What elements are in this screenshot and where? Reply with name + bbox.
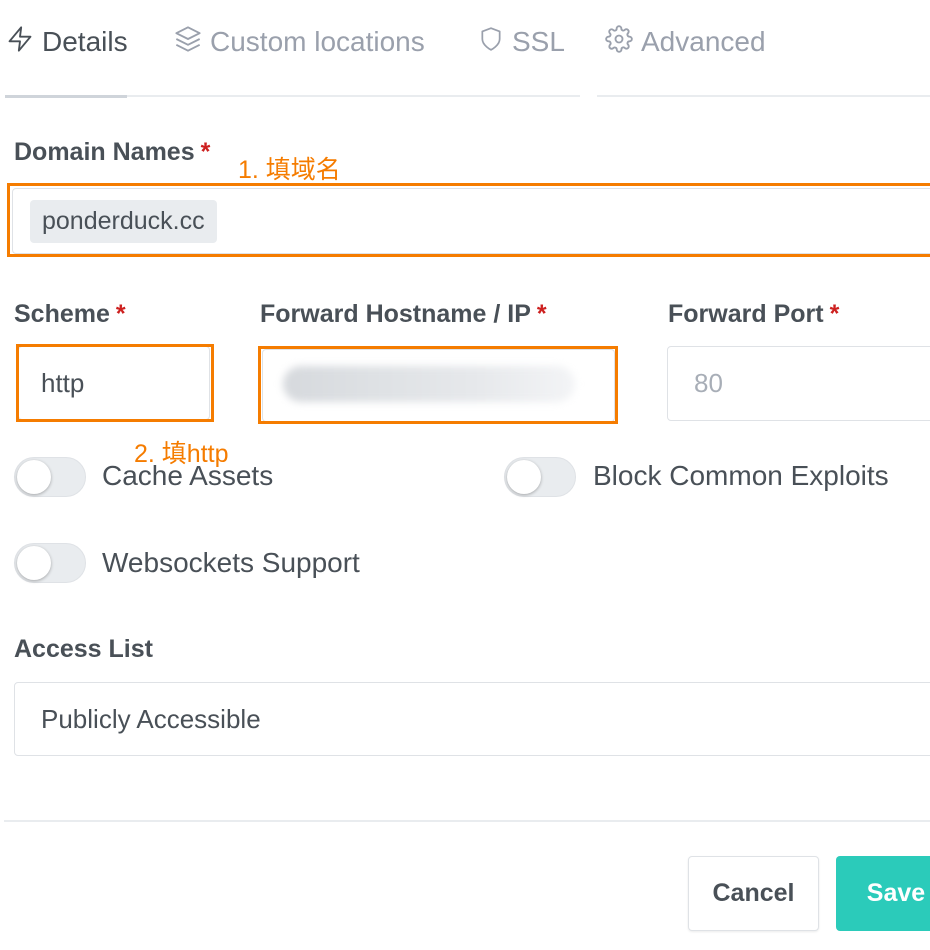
tab-custom-locations-label: Custom locations: [210, 26, 425, 57]
access-list-value: Publicly Accessible: [41, 703, 261, 734]
tab-custom-locations[interactable]: Custom locations: [174, 22, 425, 62]
toggle-knob: [507, 460, 541, 494]
highlight-forward-hostname: [258, 346, 618, 424]
tab-details-label: Details: [42, 26, 128, 57]
shield-icon: [478, 25, 512, 60]
highlight-domain-names: [7, 183, 930, 257]
forward-port-label: Forward Port *: [668, 300, 840, 328]
save-button[interactable]: Save: [836, 856, 930, 931]
scheme-label: Scheme *: [14, 300, 126, 328]
tab-details[interactable]: Details: [6, 22, 128, 62]
block-exploits-toggle[interactable]: [504, 457, 576, 497]
active-tab-indicator: [5, 95, 127, 98]
forward-hostname-label: Forward Hostname / IP *: [260, 300, 547, 328]
cache-assets-label: Cache Assets: [102, 460, 274, 491]
forward-port-placeholder: 80: [694, 368, 723, 398]
cache-assets-toggle[interactable]: [14, 457, 86, 497]
tab-advanced-label: Advanced: [641, 26, 766, 57]
footer-divider: [4, 820, 930, 822]
toggle-knob: [17, 460, 51, 494]
tab-ssl[interactable]: SSL: [478, 22, 565, 62]
tab-advanced[interactable]: Advanced: [605, 22, 766, 62]
gear-icon: [605, 24, 641, 60]
cancel-button[interactable]: Cancel: [688, 856, 819, 931]
domain-names-label: Domain Names *: [14, 138, 211, 166]
access-list-select[interactable]: Publicly Accessible: [14, 682, 930, 756]
annotation-step1: 1. 填域名: [238, 156, 341, 184]
tab-underline-right: [597, 95, 930, 97]
layers-icon: [174, 25, 210, 60]
lightning-icon: [6, 25, 42, 60]
highlight-scheme: [16, 344, 214, 422]
toggle-knob: [17, 546, 51, 580]
tab-ssl-label: SSL: [512, 26, 565, 57]
websockets-toggle[interactable]: [14, 543, 86, 583]
block-exploits-label: Block Common Exploits: [593, 460, 889, 491]
forward-port-input[interactable]: 80: [667, 346, 930, 421]
access-list-label: Access List: [14, 635, 153, 663]
websockets-label: Websockets Support: [102, 547, 360, 578]
